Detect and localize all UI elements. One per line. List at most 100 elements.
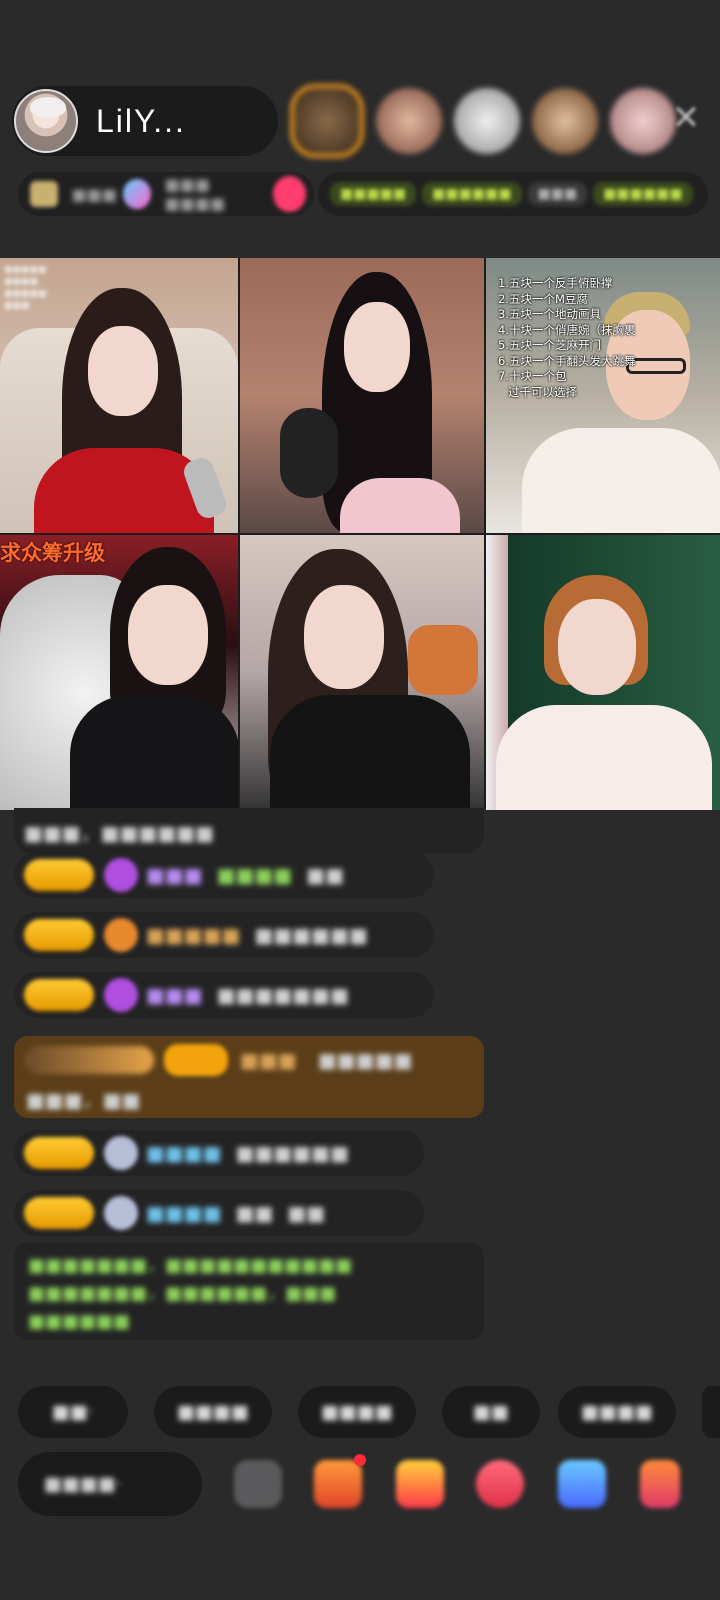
diamond-icon [104,858,138,892]
person-outfit [34,448,214,533]
chat-text: ■■■■ [216,863,293,887]
level-badge [24,1137,94,1169]
microphone [280,408,338,498]
chat-message[interactable]: ■■■■ ■■ ■■ [14,1190,424,1236]
chat-text: ■■■■■■■，■■■■■■■■■■■ [28,1255,353,1276]
user-icon [104,1136,138,1170]
multi-guest-video-grid: ■■■■■ ■■■■ ■■■■■ ■■■ 1.五块一个反手俯卧撑 2.五块一个M豆腐 … [0,258,720,810]
tag-chip[interactable]: ■■■■■■ [593,182,693,206]
task-icon[interactable] [314,1460,362,1508]
interact-icon[interactable] [558,1460,606,1508]
level-badge [24,979,94,1011]
top-viewers-list [290,84,688,158]
chat-username[interactable]: ■■■ [146,863,203,887]
gift-icon[interactable] [272,176,306,212]
gift-announcement-message[interactable]: ■■■ ■■■■■ ■■■，■■ [14,1036,484,1118]
overlay-line: 3.五块一个地动画具 [498,307,601,321]
share-icon[interactable] [476,1460,524,1508]
chat-text: ■■ [306,863,345,887]
chat-username[interactable]: ■■■■■ [146,923,240,947]
person-outfit [522,428,720,533]
notification-dot [354,1454,366,1466]
video-tile-3[interactable]: 1.五块一个反手俯卧撑 2.五块一个M豆腐 3.五块一个地动画具 4.十块一个俏… [486,258,720,533]
video-tile-4[interactable]: 求众筹升级 [0,535,238,810]
person-outfit [496,705,712,810]
viewer-avatar[interactable] [290,84,364,158]
quick-reply-chip[interactable]: ■■■■ [298,1386,416,1438]
video-tile-5[interactable] [240,535,484,810]
chat-message[interactable]: ■■■■ ■■■■■■ [14,1130,424,1176]
chat-message[interactable]: ■■■ ■■■■■■■ [14,972,434,1018]
person-face [128,585,208,685]
person-face [304,585,384,689]
bottom-toolbar: ■■■■· [18,1452,718,1516]
chat-message[interactable]: ■■■ ■■■■ ■■ [14,852,434,898]
quick-reply-row: ■■· ■■■■ ■■■■ ■■ ■■■■ [18,1386,720,1438]
video-tile-6[interactable] [486,535,720,810]
gift-box-icon[interactable] [640,1460,680,1508]
stream-info-row: ■■■ ■■■ ■■■■ ■■■■■ ■■■■■■ ■■■ ■■■■■■ [18,172,708,216]
overlay-line: 1.五块一个反手俯卧撑 [498,276,613,290]
video-tile-1[interactable]: ■■■■■ ■■■■ ■■■■■ ■■■ [0,258,238,533]
user-icon [104,1196,138,1230]
person-outfit [70,695,238,810]
host-profile-pill[interactable]: LilY... [12,86,278,156]
host-avatar[interactable] [14,89,78,153]
host-name: LilY... [96,102,186,139]
tag-chip[interactable]: ■■■■■■ [422,182,522,206]
viewer-avatar[interactable] [532,88,598,154]
overlay-line: 5.五块一个芝麻开门 [498,338,601,352]
chat-username[interactable]: ■■■ [146,983,203,1007]
chat-message: ■■■，■■■■■■ [14,808,484,854]
chat-text: ■■ [235,1201,274,1225]
tile-banner-text: 求众筹升级 [0,541,105,565]
chat-text: ■■■，■■■■■■ [24,820,215,845]
quick-reply-chip[interactable]: ■■■■ [558,1386,676,1438]
chat-text: ■■■■■■ [235,1141,349,1165]
level-badge [24,919,94,951]
overlay-line: 6.五块一个手翻头发大跳舞 [498,353,636,368]
chat-text: ■■■，■■ [26,1088,141,1112]
chat-input[interactable]: ■■■■· [18,1452,202,1516]
chat-username[interactable]: ■■■ [240,1048,297,1072]
stat-text: ■■■ ■■■■ [164,175,226,213]
level-badge [24,1197,94,1229]
level-badge [24,859,94,891]
chat-text: ■■■■■■ [28,1311,131,1332]
chat-text: ■■■■■ [318,1048,413,1072]
person-face [558,599,636,695]
viewer-avatar[interactable] [610,88,676,154]
stream-stats-pill[interactable]: ■■■ ■■■ ■■■■ [18,172,314,216]
chat-username[interactable]: ■■■■ [146,1201,222,1225]
system-notice-message: ■■■■■■■，■■■■■■■■■■■ ■■■■■■■，■■■■■■，■■■ ■… [14,1242,484,1340]
tag-chip[interactable]: ■■■ [527,182,588,206]
video-tile-2[interactable] [240,258,484,533]
chat-username[interactable]: ■■■■ [146,1141,222,1165]
chat-message[interactable]: ■■■■■ ■■■■■■ [14,912,434,958]
viewer-avatar[interactable] [454,88,520,154]
close-icon[interactable]: ✕ [668,100,704,136]
tag-chip[interactable]: ■■■■■ [330,182,417,206]
tile-side-notes: ■■■■■ ■■■■ ■■■■■ ■■■ [4,265,47,311]
person-outfit [270,695,470,810]
quick-reply-chip[interactable]: ■■· [18,1386,128,1438]
diamond-icon [104,978,138,1012]
chat-text: ■■ [287,1201,326,1225]
level-badge [164,1044,228,1076]
overlay-line: 2.五块一个M豆腐 [498,291,588,306]
popularity-icon [123,179,151,209]
quick-reply-chip[interactable]: ■■■■ [154,1386,272,1438]
stream-tags-pill[interactable]: ■■■■■ ■■■■■■ ■■■ ■■■■■■ [318,172,708,216]
game-icon[interactable] [396,1460,444,1508]
tile-overlay-text: 1.五块一个反手俯卧撑 2.五块一个M豆腐 3.五块一个地动画具 4.十块一个俏… [498,276,635,400]
chat-text: ■■■■■■■，■■■■■■，■■■ [28,1283,337,1304]
viewer-avatar[interactable] [376,88,442,154]
emoji-icon[interactable] [234,1460,282,1508]
orange-cushion [408,625,478,695]
stat-text: ■■■ [71,184,117,204]
overlay-line: 7.十块一个包 [498,369,567,383]
quick-reply-chip[interactable]: ■■ [442,1386,540,1438]
vip-badge [24,1046,154,1074]
chat-text: ■■■■■■ [254,923,368,947]
quick-reply-chip[interactable] [702,1386,720,1438]
